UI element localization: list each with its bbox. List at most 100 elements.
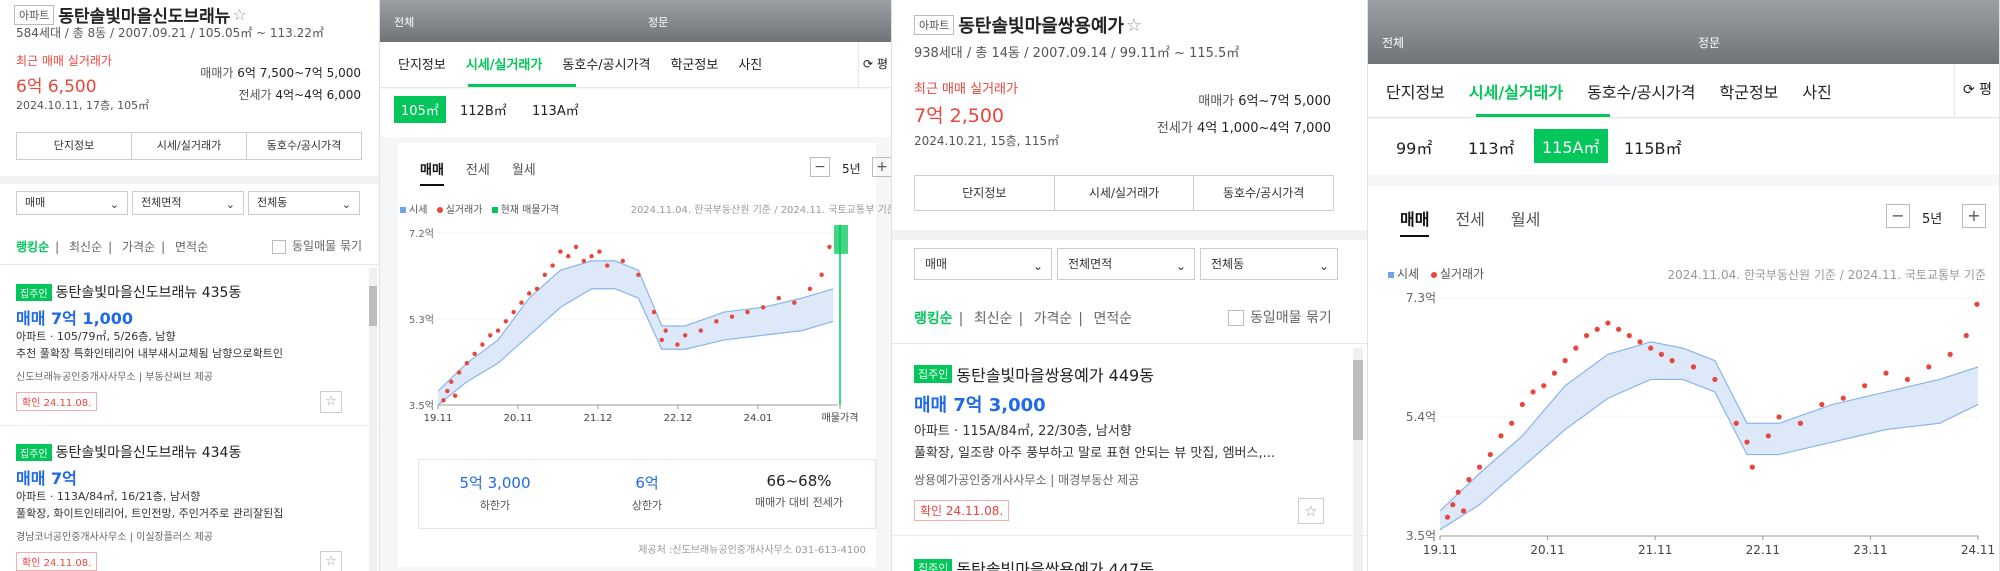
price-panel-ssangyong: 전체 정문 단지정보 시세/실거래가 동호수/공시가격 학군정보 사진 ⟳ 평 … [1368,0,2000,571]
building-select[interactable]: 전체동 [248,191,360,216]
tab-photo[interactable]: 사진 [738,54,762,73]
owner-tag: 집주인 [914,365,953,383]
transaction-point [1690,364,1697,370]
tab-price[interactable]: 시세/실거래가 [1469,79,1563,103]
unit-button[interactable]: 동호수/공시가격 [247,133,361,159]
complex-photo[interactable]: 전체 정문 [1368,0,1999,64]
confirm-badge: 확인 24.11.08. [914,500,1010,521]
chart-legend: 시세 실거래가 현재 매물가격 [400,201,559,216]
transaction-point [550,263,555,268]
tab-unit[interactable]: 동호수/공시가격 [562,54,650,73]
transaction-point [1963,332,1969,339]
favorite-icon[interactable]: ☆ [1298,498,1324,524]
period-label: 5년 [1922,212,1943,227]
sale-range: 6억~7억 5,000 [1238,94,1331,109]
unit-button[interactable]: 동호수/공시가격 [1194,176,1333,210]
tab-price[interactable]: 시세/실거래가 [466,54,543,73]
y-tick-label: 7.2억 [409,228,434,240]
tab-complex-info[interactable]: 단지정보 [398,54,446,73]
building-select[interactable]: 전체동 [1200,248,1338,281]
tab-complex-info[interactable]: 단지정보 [1386,79,1445,103]
list-item[interactable]: 집주인 동탄솔빛마을신도브래뉴 434동 매매 7억 아파트 · 113A/84㎡… [0,436,379,571]
listing-spec: 아파트 · 113A/84㎡, 16/21층, 남서향 [16,490,201,503]
transaction-point [1744,439,1750,445]
size-105[interactable]: 105㎡ [394,96,446,123]
complex-info-button[interactable]: 단지정보 [915,176,1055,210]
deal-tab-jeonse[interactable]: 전세 [466,163,490,178]
sort-ranking[interactable]: 랭킹순 [914,311,953,327]
unit-toggle[interactable]: ⟳ 평 [1954,64,1999,117]
sort-price[interactable]: 가격순 [122,240,155,254]
list-item[interactable]: 집주인 동탄솔빛마을쌍용예가 447동 [892,546,1367,571]
transaction-point [558,249,563,254]
tab-unit[interactable]: 동호수/공시가격 [1587,79,1695,103]
deal-tab-sale[interactable]: 매매 [1400,210,1430,237]
group-checkbox[interactable]: 동일매물 묶기 [272,237,362,254]
size-112b[interactable]: 112B㎡ [460,100,507,119]
deal-tab-monthly[interactable]: 월세 [512,163,536,178]
sort-area[interactable]: 면적순 [175,240,208,254]
transaction-point [542,272,548,278]
provider-note: 제공처 :신도브래뉴공인중개사사무소 031-613-4100 [638,545,866,556]
favorite-star-icon[interactable]: ☆ [232,5,246,24]
deal-tabs: 매매 전세 월세 [420,159,558,186]
transaction-point [1509,420,1515,426]
listing-desc: 풀확장, 일조량 아주 풍부하고 말로 표현 안되는 뷰 맛집, 엠버스,... [914,446,1275,461]
transaction-point [1947,351,1953,357]
deal-tab-monthly[interactable]: 월세 [1511,210,1540,229]
complex-info-button[interactable]: 단지정보 [17,133,132,159]
area-select[interactable]: 전체면적 [132,191,244,216]
price-chart[interactable]: 3.5억 5.4억 7.3억 19.11 20.11 21.11 22.11 23.11 24.… [1368,286,2000,571]
favorite-icon[interactable]: ☆ [320,391,342,413]
complex-photo[interactable]: 전체 정문 [380,0,891,42]
sort-latest[interactable]: 최신순 [69,240,102,254]
x-tick-label: 19.11 [1423,543,1457,557]
sort-ranking[interactable]: 랭킹순 [16,240,49,254]
photo-label: 전체 [394,16,415,29]
size-115b[interactable]: 115B㎡ [1624,135,1682,159]
listing-agent: 신도브래뉴공인중개사사무소 | 부동산써브 제공 [16,372,213,383]
transaction-point [503,319,509,324]
favorite-icon[interactable]: ☆ [320,551,342,571]
divider [892,230,1367,240]
deal-tab-jeonse[interactable]: 전세 [1455,210,1484,229]
owner-tag: 집주인 [16,443,52,461]
sort-area[interactable]: 면적순 [1093,311,1132,327]
photo-label: 전체 [1382,36,1405,50]
favorite-star-icon[interactable]: ☆ [1126,15,1142,36]
price-button[interactable]: 시세/실거래가 [132,133,247,159]
transaction-point [488,333,493,338]
size-113a[interactable]: 113A㎡ [532,100,579,119]
unit-toggle[interactable]: ⟳ 평 [858,42,891,87]
list-item[interactable]: 집주인 동탄솔빛마을신도브래뉴 435동 매매 7억 1,000 아파트 · 10… [0,276,379,426]
sort-price[interactable]: 가격순 [1034,311,1073,327]
area-select[interactable]: 전체면적 [1057,248,1195,281]
transaction-point [1605,320,1611,326]
list-item[interactable]: 집주인 동탄솔빛마을쌍용예가 449동 매매 7억 3,000 아파트 · 115… [892,356,1367,536]
price-chart[interactable]: 3.5억 5.3억 7.2억 19.11 20.11 21.12 22.12 24.01 매물가… [398,225,888,425]
size-99[interactable]: 99㎡ [1396,135,1432,159]
zoom-out-icon[interactable]: − [1886,204,1910,228]
price-button[interactable]: 시세/실거래가 [1055,176,1195,210]
transaction-point [1530,389,1536,395]
transaction-point [776,295,781,301]
group-checkbox[interactable]: 동일매물 묶기 [1228,307,1332,327]
tab-school[interactable]: 학군정보 [1720,79,1779,103]
transaction-point [519,300,524,305]
zoom-in-icon[interactable]: + [1962,204,1986,228]
deal-tab-sale[interactable]: 매매 [420,163,444,186]
transaction-point [819,272,824,278]
tab-school[interactable]: 학군정보 [670,54,718,73]
sort-latest[interactable]: 최신순 [974,311,1013,327]
tab-photo[interactable]: 사진 [1802,79,1831,103]
zoom-out-icon[interactable]: − [810,157,830,177]
size-115a[interactable]: 115A㎡ [1534,129,1608,163]
market-price-band [438,260,834,405]
transaction-point [760,305,766,310]
deal-type-select[interactable]: 매매 [914,248,1052,281]
transaction-point [445,388,450,394]
deal-type-select[interactable]: 매매 [16,191,128,216]
size-113[interactable]: 113㎡ [1468,135,1515,159]
listing-price: 매매 7억 1,000 [16,309,134,328]
zoom-in-icon[interactable]: + [872,157,891,177]
